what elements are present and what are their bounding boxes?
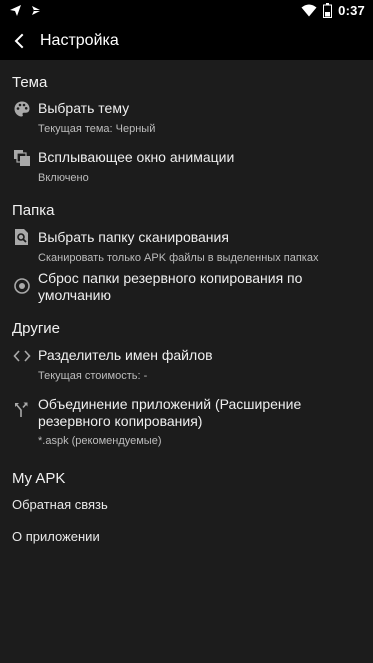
scan-folder-description: Сканировать только APK файлы в выделенны…	[38, 252, 319, 264]
feedback-item[interactable]: Обратная связь	[12, 497, 108, 512]
choose-theme-label: Выбрать тему	[38, 100, 130, 116]
section-title-folder: Папка	[12, 202, 55, 219]
code-brackets-icon	[13, 347, 31, 365]
about-item[interactable]: О приложении	[12, 529, 100, 544]
status-bar: 0:37	[0, 0, 373, 22]
status-bar-left	[9, 4, 43, 17]
wifi-icon	[301, 4, 317, 17]
filename-separator-label: Разделитель имен файлов	[38, 347, 213, 363]
page-title: Настройка	[40, 32, 119, 49]
filename-separator-item[interactable]: Разделитель имен файлов Текущая стоимост…	[0, 346, 373, 390]
animation-popup-label: Всплывающее окно анимации	[38, 149, 235, 165]
merge-apps-label: Объединение приложений (Расширение резер…	[38, 396, 302, 429]
arrow-back-icon[interactable]	[10, 31, 30, 51]
section-title-other: Другие	[12, 320, 61, 337]
scan-folder-item[interactable]: Выбрать папку сканирования Сканировать т…	[0, 226, 373, 270]
scan-folder-label: Выбрать папку сканирования	[38, 229, 229, 245]
palette-icon	[13, 100, 31, 118]
choose-theme-item[interactable]: Выбрать тему Текущая тема: Черный	[0, 98, 373, 142]
filename-separator-value: Текущая стоимость: -	[38, 370, 148, 382]
reset-backup-folder-label: Сброс папки резервного копирования по ум…	[38, 270, 303, 303]
merge-apps-value: *.aspk (рекомендуемые)	[38, 435, 162, 447]
reset-backup-folder-item[interactable]: Сброс папки резервного копирования по ум…	[0, 270, 373, 310]
section-title-theme: Тема	[12, 74, 48, 91]
app-bar: Настройка	[0, 22, 373, 60]
merge-apps-item[interactable]: Объединение приложений (Расширение резер…	[0, 395, 373, 451]
layers-icon	[13, 149, 31, 167]
status-bar-right: 0:37	[301, 3, 365, 18]
radio-target-icon	[13, 277, 31, 295]
animation-popup-value: Включено	[38, 172, 89, 184]
vpn-key-icon	[30, 4, 43, 17]
animation-popup-item[interactable]: Всплывающее окно анимации Включено	[0, 147, 373, 191]
status-time: 0:37	[338, 3, 365, 18]
merge-arrows-icon	[13, 401, 31, 419]
search-document-icon	[13, 228, 31, 246]
battery-icon	[323, 3, 333, 18]
paper-plane-icon	[9, 4, 22, 17]
choose-theme-value: Текущая тема: Черный	[38, 123, 156, 135]
section-title-myapk: My APK	[12, 470, 66, 487]
settings-list: Тема Выбрать тему Текущая тема: Черный В…	[0, 60, 373, 663]
